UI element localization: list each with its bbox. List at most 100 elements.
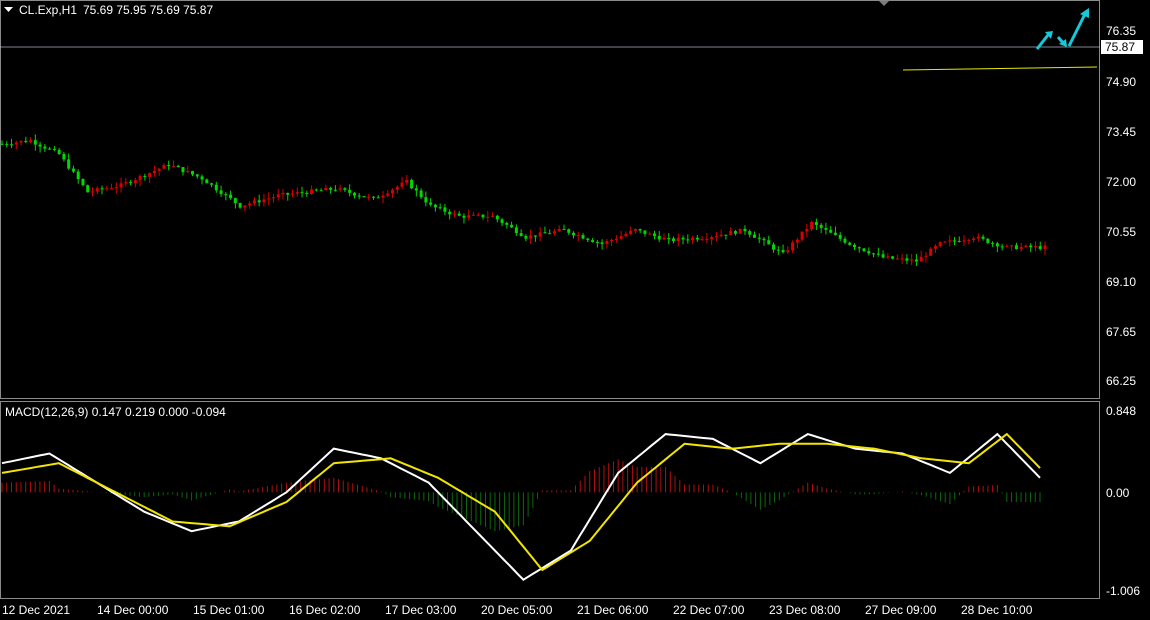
candle-body [848, 242, 852, 245]
price-label: 72.00 [1106, 175, 1136, 189]
candle-body [376, 197, 380, 199]
time-axis: 12 Dec 2021 14 Dec 00:00 15 Dec 01:00 16… [2, 603, 1033, 617]
candle-body [605, 241, 609, 244]
candle-body [419, 190, 423, 198]
candle-body [110, 188, 114, 190]
candle-body [19, 140, 23, 143]
candle-body [795, 239, 799, 243]
candle-body [529, 235, 533, 239]
candle-body [124, 182, 128, 184]
candle-body [776, 249, 780, 251]
candle-body [914, 259, 918, 262]
candle-body [667, 238, 671, 240]
candle-body [333, 189, 337, 191]
candle-body [271, 197, 275, 199]
candle-body [76, 171, 80, 180]
candle-body [238, 203, 242, 208]
candle-body [929, 248, 933, 256]
candle-body [24, 140, 28, 143]
candle-body [433, 204, 437, 208]
candle-body [886, 256, 890, 258]
candle-body [443, 207, 447, 212]
candle-body [400, 182, 404, 187]
candle-body [410, 179, 414, 189]
candle-body [900, 258, 904, 260]
candle-body [733, 231, 737, 234]
candle-body [324, 187, 328, 191]
candle-body [205, 179, 209, 184]
candle-body [572, 232, 576, 236]
candle-body [191, 171, 195, 175]
candle-body [867, 251, 871, 254]
candle-body [252, 200, 256, 204]
candle-body [405, 179, 409, 183]
candle-body [986, 238, 990, 243]
candle-body [457, 213, 461, 216]
candle-body [1019, 246, 1023, 250]
candle-body [233, 198, 237, 204]
ohlc-values: 75.69 75.95 75.69 75.87 [83, 3, 213, 17]
candle-body [538, 232, 542, 237]
candle-body [214, 184, 218, 191]
candle-body [476, 214, 480, 216]
candle-body [52, 148, 56, 150]
macd-axis-label: 0.848 [1106, 404, 1136, 418]
candle-body [62, 154, 66, 160]
candle-body [981, 236, 985, 239]
candle-body [691, 237, 695, 240]
candle-body [352, 192, 356, 196]
candle-body [105, 188, 109, 190]
candle-body [48, 148, 52, 150]
candle-body [938, 242, 942, 247]
candle-body [291, 193, 295, 195]
candle-body [695, 237, 699, 240]
candle-body [286, 192, 290, 195]
time-label: 12 Dec 2021 [2, 603, 70, 617]
candle-body [14, 142, 18, 145]
time-label: 14 Dec 00:00 [97, 603, 169, 617]
candle-body [586, 238, 590, 241]
candle-body [167, 164, 171, 166]
candle-body [200, 176, 204, 180]
chart-canvas[interactable]: CL.Exp,H1 75.69 75.95 75.69 75.87 76.35 … [0, 0, 1150, 620]
candle-body [748, 231, 752, 235]
candle-body [686, 239, 690, 241]
candle-body [1029, 245, 1033, 248]
candle-body [819, 224, 823, 229]
candle-body [953, 240, 957, 242]
candle-body [300, 192, 304, 194]
price-label: 67.65 [1106, 325, 1136, 339]
candle-body [0, 143, 4, 145]
candle-body [81, 179, 85, 186]
candle-body [371, 196, 375, 198]
candle-body [548, 233, 552, 235]
candle-body [643, 230, 647, 234]
candle-body [357, 195, 361, 197]
candle-body [757, 237, 761, 239]
candle-body [171, 165, 175, 167]
candle-body [391, 189, 395, 194]
candle-body [614, 238, 618, 241]
candle-body [224, 194, 228, 196]
candle-body [552, 231, 556, 234]
candle-body [129, 182, 133, 184]
candle-body [462, 215, 466, 218]
candle-body [348, 189, 352, 193]
candle-body [967, 239, 971, 241]
candle-body [210, 183, 214, 185]
candle-body [38, 144, 42, 147]
candle-body [862, 248, 866, 252]
candle-body [729, 231, 733, 235]
candle-body [972, 238, 976, 240]
candle-body [957, 240, 961, 242]
candle-body [467, 215, 471, 218]
candle-body [786, 250, 790, 253]
candle-body [519, 233, 523, 237]
candle-body [738, 228, 742, 234]
candle-body [743, 228, 747, 232]
candle-body [276, 194, 280, 198]
candle-body [162, 164, 166, 169]
candle-body [933, 246, 937, 249]
candle-body [229, 194, 233, 199]
candle-body [481, 214, 485, 218]
